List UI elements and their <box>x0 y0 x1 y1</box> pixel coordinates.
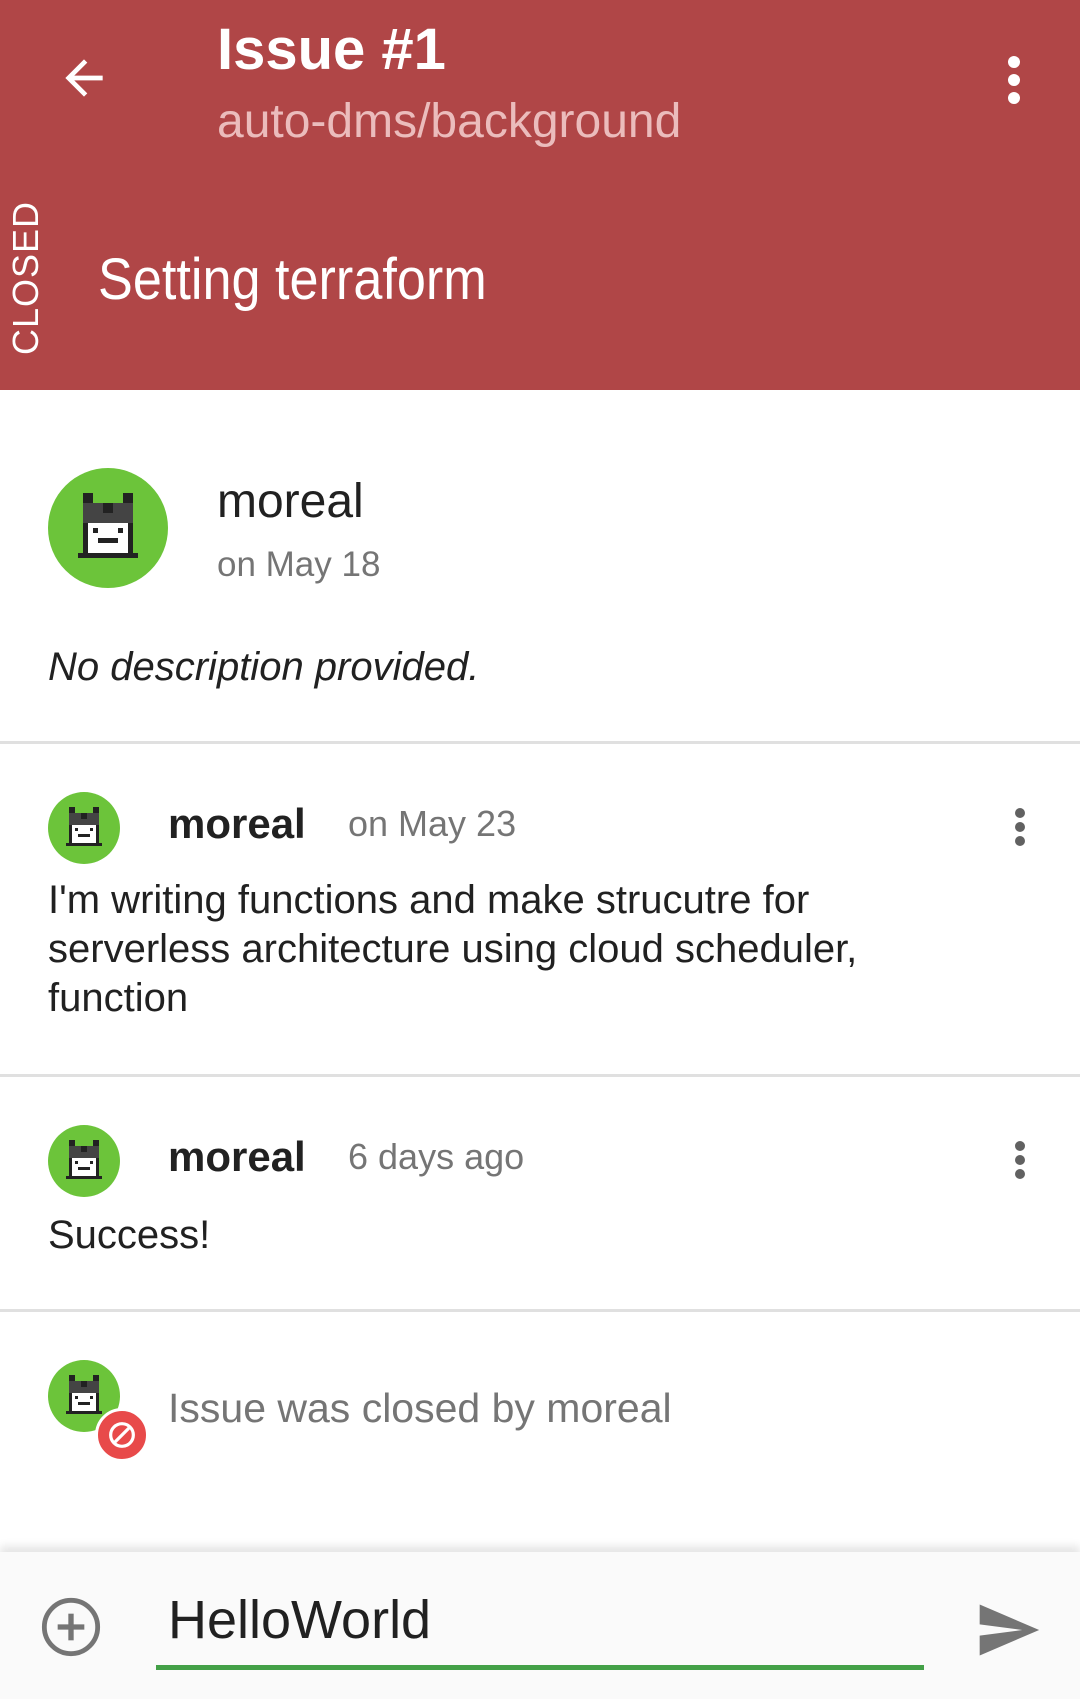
arrow-back-icon <box>65 59 103 97</box>
more-vertical-icon <box>1015 808 1025 846</box>
comment-body-line: I'm writing functions and make strucutre… <box>48 878 810 922</box>
send-icon <box>979 1604 1040 1656</box>
comment-body-line: serverless architecture using cloud sche… <box>48 927 858 971</box>
issue-status-label: CLOSED <box>5 200 46 356</box>
issue-title: Setting terraform <box>98 247 487 312</box>
comment-body-line: Success! <box>48 1213 211 1257</box>
blocked-icon <box>109 1422 135 1448</box>
avatar-icon <box>66 1140 102 1179</box>
closed-event-text: Issue was closed by moreal <box>168 1385 672 1431</box>
avatar-icon <box>66 807 102 846</box>
issue-description: No description provided. <box>48 645 480 689</box>
send-button[interactable] <box>972 1594 1044 1666</box>
comment-author[interactable]: moreal <box>168 796 306 852</box>
back-button[interactable] <box>48 42 120 114</box>
avatar-icon <box>78 493 138 558</box>
issue-header: Issue #1 auto-dms/background CLOSED Sett… <box>0 0 1080 390</box>
issue-number: Issue #1 <box>217 17 446 82</box>
comment-avatar[interactable] <box>48 792 120 864</box>
attach-button[interactable] <box>36 1592 106 1662</box>
comment-composer <box>0 1552 1080 1699</box>
comment-menu-button[interactable] <box>1000 1130 1040 1190</box>
more-vertical-icon <box>1015 1141 1025 1179</box>
issue-date: on May 18 <box>217 545 381 584</box>
comment-menu-button[interactable] <box>1000 797 1040 857</box>
more-vertical-icon <box>1008 56 1020 104</box>
add-circle-icon <box>41 1597 101 1657</box>
comment-avatar[interactable] <box>48 1125 120 1197</box>
divider <box>0 741 1080 744</box>
repository-name[interactable]: auto-dms/background <box>217 90 681 154</box>
comment-time: 6 days ago <box>348 1136 525 1177</box>
divider <box>0 1074 1080 1077</box>
issue-screen: Issue #1 auto-dms/background CLOSED Sett… <box>0 0 1080 1699</box>
overflow-menu-button[interactable] <box>990 44 1038 116</box>
comment-input[interactable] <box>156 1574 924 1670</box>
author-avatar[interactable] <box>48 468 168 588</box>
divider <box>0 1309 1080 1312</box>
closed-status-badge <box>95 1408 149 1462</box>
comment-time: on May 23 <box>348 803 517 844</box>
comment-body-line: function <box>48 976 189 1020</box>
issue-author[interactable]: moreal <box>217 470 364 534</box>
comment-author[interactable]: moreal <box>168 1129 306 1185</box>
